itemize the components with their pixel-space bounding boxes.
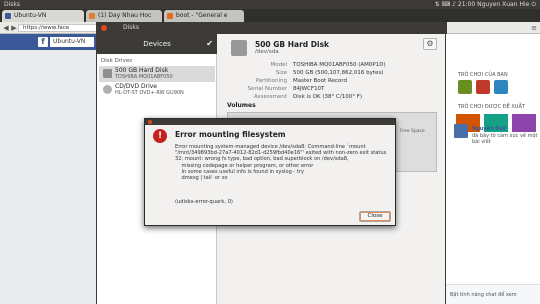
prop-value-serial: 84JWCF10T xyxy=(293,86,325,92)
optical-drive-icon xyxy=(103,85,112,94)
dialog-title: Error mounting filesystem xyxy=(175,130,286,139)
game-thumbnail[interactable] xyxy=(494,80,508,94)
device-name: 500 GB Hard Disk xyxy=(115,67,169,74)
gear-icon[interactable]: ⚙ xyxy=(423,38,437,50)
disk-drives-label: Disk Drives xyxy=(101,58,133,64)
tab-label: Ubuntu-VN xyxy=(14,12,47,19)
close-icon[interactable] xyxy=(101,25,107,31)
game-icons-row xyxy=(458,80,530,94)
device-model: TOSHIBA MQ01ABF050 xyxy=(115,74,173,80)
prop-value-size: 500 GB (500,107,862,016 bytes) xyxy=(293,70,384,76)
facebook-logo[interactable]: f xyxy=(38,37,48,47)
menu-icon[interactable]: ≡ xyxy=(530,24,538,32)
volume-icon[interactable]: ♪ xyxy=(452,1,456,8)
close-icon[interactable] xyxy=(148,120,152,124)
story-text: đã bày tỏ cảm xúc về một bài viết xyxy=(472,133,538,145)
error-message: Error mounting system-managed device /de… xyxy=(175,144,387,182)
facebook-right-column: TRÒ CHƠI CỦA BẠN TRÒ CHƠI ĐƯỢC ĐỀ XUẤT N… xyxy=(446,34,540,304)
chat-footer-text: Bật tính năng chat để xem xyxy=(450,292,517,298)
prop-key-size: Size xyxy=(275,70,287,76)
device-model: HL-DT-ST DVD+-RW GU90N xyxy=(115,90,184,96)
power-icon[interactable]: ⏻ xyxy=(531,1,536,8)
device-item-hard-disk[interactable]: 500 GB Hard Disk TOSHIBA MQ01ABF050 xyxy=(99,66,215,82)
hard-disk-icon xyxy=(231,40,247,56)
story-author[interactable]: Nguyễn Đức xyxy=(472,126,506,132)
devices-header-label: Devices xyxy=(143,40,171,48)
prop-key-serial: Serial Number xyxy=(247,86,287,92)
user-name[interactable]: Nguyen Xuan Hie xyxy=(477,1,529,8)
active-app-title: Disks xyxy=(4,1,21,8)
devices-header: Devices ✔ xyxy=(97,34,217,54)
avatar[interactable] xyxy=(454,124,468,138)
your-games-heading: TRÒ CHƠI CỦA BẠN xyxy=(458,72,508,78)
keyboard-icon[interactable]: ⌨ xyxy=(442,1,451,8)
site-favicon-icon xyxy=(89,13,95,19)
chat-footer[interactable]: Bật tính năng chat để xem xyxy=(446,284,540,304)
disk-title: 500 GB Hard Disk xyxy=(255,40,330,49)
system-tray[interactable]: ⇅ ⌨ ♪ 21:00 Nguyen Xuan Hie ⏻ xyxy=(435,0,536,9)
tab-label: (1) Day Nhau Hoc xyxy=(98,12,152,19)
free-space-label: Free Space xyxy=(400,129,425,134)
suggested-games-heading: TRÒ CHƠI ĐƯỢC ĐỀ XUẤT xyxy=(458,104,525,110)
error-quark: (udisks-error-quark, 0) xyxy=(175,199,233,205)
back-icon[interactable]: ◀ xyxy=(2,24,10,32)
suggested-game-image[interactable] xyxy=(512,114,536,132)
game-thumbnail[interactable] xyxy=(458,80,472,94)
tab-boot-general[interactable]: boot - "General e xyxy=(164,10,244,22)
prop-value-assessment: Disk is OK (38° C/100° F) xyxy=(293,94,363,100)
forward-icon[interactable]: ▶ xyxy=(10,24,18,32)
tab-label: boot - "General e xyxy=(176,12,228,19)
checkmark-icon[interactable]: ✔ xyxy=(206,34,213,54)
prop-value-partitioning: Master Boot Record xyxy=(293,78,347,84)
tab-day-nhau-hoc[interactable]: (1) Day Nhau Hoc xyxy=(86,10,162,22)
facebook-left-background xyxy=(0,50,96,304)
error-dialog: ! Error mounting filesystem Error mounti… xyxy=(144,118,396,226)
prop-key-partitioning: Partitioning xyxy=(255,78,287,84)
device-item-cd-dvd[interactable]: CD/DVD Drive HL-DT-ST DVD+-RW GU90N xyxy=(99,82,215,98)
disk-path: /dev/sda xyxy=(255,49,279,55)
error-icon: ! xyxy=(153,129,167,143)
disks-titlebar[interactable]: Disks xyxy=(97,22,447,34)
prop-key-assessment: Assessment xyxy=(254,94,287,100)
prop-key-model: Model xyxy=(270,62,287,68)
device-name: CD/DVD Drive xyxy=(115,83,157,90)
facebook-favicon-icon xyxy=(5,13,11,19)
site-favicon-icon xyxy=(167,13,173,19)
hard-disk-icon xyxy=(103,69,112,78)
prop-value-model: TOSHIBA MQ01ABF050 (AM0P1D) xyxy=(293,62,386,68)
close-button[interactable]: Close xyxy=(359,211,391,222)
window-title: Disks xyxy=(123,24,140,31)
tab-ubuntu-vn[interactable]: Ubuntu-VN xyxy=(2,10,84,22)
facebook-search-input[interactable]: Ubuntu-VN xyxy=(50,37,94,47)
browser-tab-strip: Ubuntu-VN (1) Day Nhau Hoc boot - "Gener… xyxy=(0,9,540,22)
game-thumbnail[interactable] xyxy=(476,80,490,94)
top-panel: Disks ⇅ ⌨ ♪ 21:00 Nguyen Xuan Hie ⏻ xyxy=(0,0,540,9)
volumes-label: Volumes xyxy=(227,102,256,109)
dialog-titlebar[interactable] xyxy=(145,119,395,125)
clock[interactable]: 21:00 xyxy=(458,1,475,8)
network-icon[interactable]: ⇅ xyxy=(435,1,440,8)
